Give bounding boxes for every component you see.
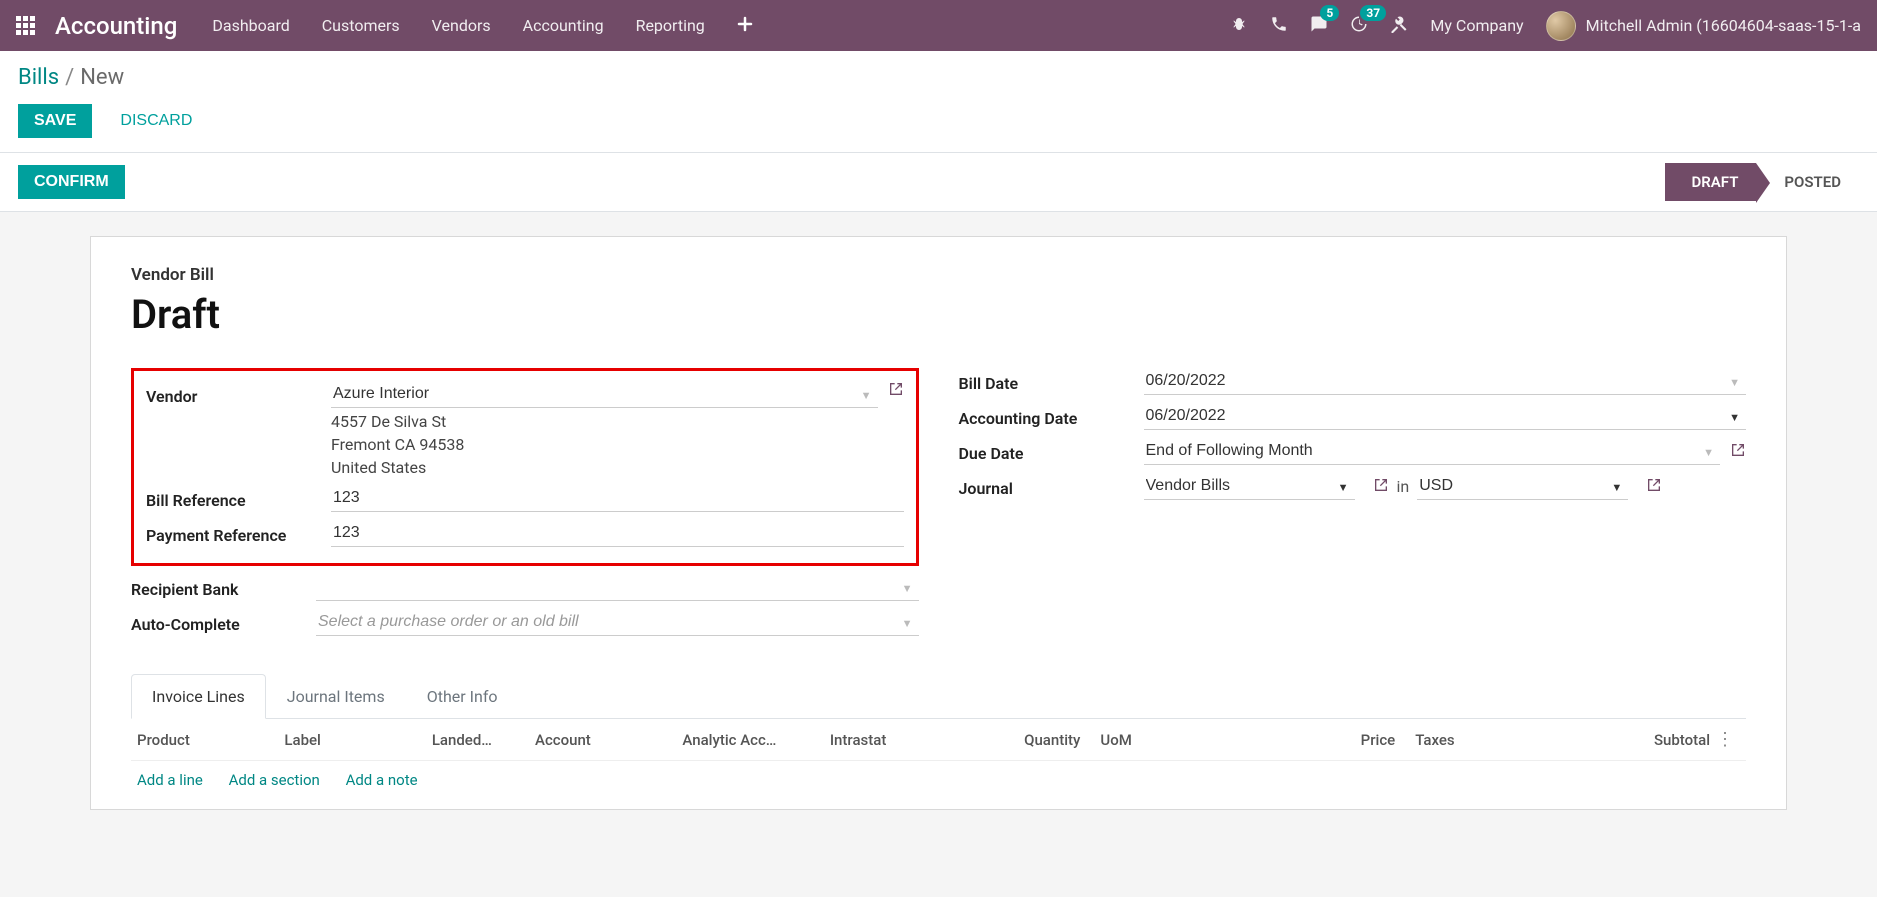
bill-date-label: Bill Date <box>959 368 1144 393</box>
col-quantity: Quantity <box>977 731 1080 749</box>
caret-icon[interactable]: ▼ <box>1611 481 1622 494</box>
due-date-field[interactable] <box>1144 438 1721 465</box>
col-label: Label <box>284 731 431 749</box>
caret-icon[interactable]: ▼ <box>1729 411 1740 424</box>
menu-new-icon[interactable] <box>737 16 753 36</box>
highlight-box: Vendor ▼ 4557 De Silva St Fremont CA 945… <box>131 368 919 566</box>
vendor-label: Vendor <box>146 381 331 406</box>
add-section-button[interactable]: Add a section <box>229 771 320 789</box>
bug-icon[interactable] <box>1230 15 1248 37</box>
caret-icon[interactable]: ▼ <box>902 582 913 595</box>
caret-icon[interactable]: ▼ <box>1729 376 1740 389</box>
bill-ref-label: Bill Reference <box>146 485 331 510</box>
external-link-icon[interactable] <box>1373 477 1389 497</box>
kebab-icon[interactable]: ⋮ <box>1710 729 1740 750</box>
control-panel: Bills / New SAVE DISCARD <box>0 51 1877 153</box>
page-title: Draft <box>131 291 1746 338</box>
statusbar: DRAFT POSTED <box>1665 163 1859 201</box>
app-title[interactable]: Accounting <box>55 12 177 40</box>
payment-reference-field[interactable] <box>331 520 904 547</box>
messages-icon[interactable]: 5 <box>1310 15 1328 37</box>
add-note-button[interactable]: Add a note <box>346 771 418 789</box>
save-button[interactable]: SAVE <box>18 104 92 138</box>
menu-reporting[interactable]: Reporting <box>636 16 705 36</box>
main-menu: Dashboard Customers Vendors Accounting R… <box>212 16 1230 36</box>
breadcrumb: Bills / New <box>18 65 1859 90</box>
caret-icon[interactable]: ▼ <box>1338 481 1349 494</box>
activities-icon[interactable]: 37 <box>1350 15 1368 37</box>
col-intrastat: Intrastat <box>830 731 977 749</box>
tab-invoice-lines[interactable]: Invoice Lines <box>131 674 266 719</box>
col-product: Product <box>137 731 284 749</box>
journal-field[interactable] <box>1144 473 1355 500</box>
status-posted[interactable]: POSTED <box>1756 163 1859 201</box>
messages-badge: 5 <box>1320 5 1339 21</box>
col-taxes: Taxes <box>1395 731 1562 749</box>
in-label: in <box>1397 477 1410 496</box>
auto-complete-field[interactable] <box>316 609 919 636</box>
confirm-button[interactable]: CONFIRM <box>18 165 125 199</box>
add-line-button[interactable]: Add a line <box>137 771 203 789</box>
menu-customers[interactable]: Customers <box>322 16 400 36</box>
activities-badge: 37 <box>1360 5 1386 21</box>
recipient-bank-label: Recipient Bank <box>131 574 316 599</box>
tools-icon[interactable] <box>1390 15 1408 37</box>
external-link-icon[interactable] <box>1646 477 1662 497</box>
menu-dashboard[interactable]: Dashboard <box>212 16 289 36</box>
grid-header: Product Label Landed… Account Analytic A… <box>131 719 1746 761</box>
record-type: Vendor Bill <box>131 265 1746 285</box>
invoice-lines-grid: Product Label Landed… Account Analytic A… <box>131 719 1746 799</box>
form-sheet: Vendor Bill Draft Vendor ▼ 45 <box>90 236 1787 810</box>
menu-accounting[interactable]: Accounting <box>523 16 604 36</box>
vendor-city: Fremont CA 94538 <box>331 435 878 454</box>
vendor-country: United States <box>331 458 878 477</box>
accounting-date-field[interactable] <box>1144 403 1747 430</box>
systray: 5 37 <box>1230 15 1408 37</box>
apps-icon[interactable] <box>16 16 35 35</box>
navbar: Accounting Dashboard Customers Vendors A… <box>0 0 1877 51</box>
col-subtotal: Subtotal <box>1563 731 1710 749</box>
discard-button[interactable]: DISCARD <box>108 104 204 138</box>
pay-ref-label: Payment Reference <box>146 520 331 545</box>
tab-journal-items[interactable]: Journal Items <box>266 674 406 718</box>
company-switcher[interactable]: My Company <box>1430 16 1523 35</box>
journal-label: Journal <box>959 473 1144 498</box>
currency-field[interactable] <box>1417 473 1628 500</box>
bill-reference-field[interactable] <box>331 485 904 512</box>
vendor-field[interactable] <box>331 381 878 408</box>
due-date-label: Due Date <box>959 438 1144 463</box>
col-account: Account <box>535 731 682 749</box>
breadcrumb-root[interactable]: Bills <box>18 65 59 90</box>
caret-icon[interactable]: ▼ <box>861 389 872 402</box>
breadcrumb-sep: / <box>65 65 74 90</box>
auto-complete-label: Auto-Complete <box>131 609 316 634</box>
user-name: Mitchell Admin (16604604-saas-15-1-a <box>1586 16 1861 35</box>
bill-date-field[interactable] <box>1144 368 1747 395</box>
col-analytic: Analytic Acc… <box>682 731 829 749</box>
col-uom: UoM <box>1080 731 1247 749</box>
external-link-icon[interactable] <box>1730 442 1746 462</box>
user-menu[interactable]: Mitchell Admin (16604604-saas-15-1-a <box>1546 11 1861 41</box>
recipient-bank-field[interactable] <box>316 574 919 601</box>
external-link-icon[interactable] <box>888 381 904 401</box>
avatar <box>1546 11 1576 41</box>
col-landed: Landed… <box>432 731 535 749</box>
tabs: Invoice Lines Journal Items Other Info <box>131 674 1746 719</box>
col-price: Price <box>1248 731 1395 749</box>
caret-icon[interactable]: ▼ <box>1703 446 1714 459</box>
vendor-street: 4557 De Silva St <box>331 412 878 431</box>
breadcrumb-current: New <box>80 65 124 90</box>
status-panel: CONFIRM DRAFT POSTED <box>0 153 1877 212</box>
phone-icon[interactable] <box>1270 15 1288 37</box>
accounting-date-label: Accounting Date <box>959 403 1144 428</box>
cp-buttons: SAVE DISCARD <box>18 104 1859 138</box>
menu-vendors[interactable]: Vendors <box>432 16 491 36</box>
caret-icon[interactable]: ▼ <box>902 617 913 630</box>
status-draft[interactable]: DRAFT <box>1665 163 1756 201</box>
tab-other-info[interactable]: Other Info <box>406 674 519 718</box>
